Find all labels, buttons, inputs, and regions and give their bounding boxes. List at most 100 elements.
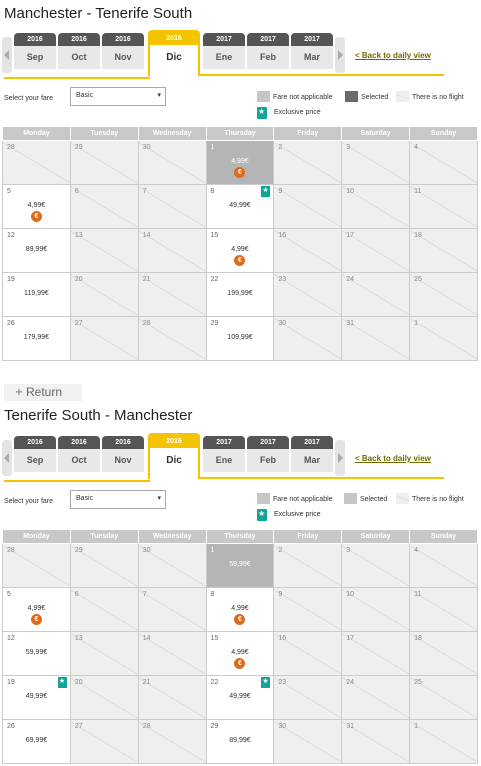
discount-coin-icon: € — [234, 658, 246, 669]
calendar-day-no-flight: 29 — [69, 543, 139, 588]
tab-month: Feb — [259, 52, 276, 62]
calendar-day[interactable]: 5 4,99€ € — [2, 184, 71, 229]
day-number: 19 — [7, 276, 15, 283]
calendar-week-row: 28 29 30 1 59,99€ 2 3 4 — [2, 543, 478, 588]
month-tab-feb[interactable]: 2017 Feb — [247, 33, 289, 69]
month-tab-dic[interactable]: 2016 Dic — [148, 433, 200, 479]
calendar-day-selected[interactable]: 1 4,99€ € — [205, 140, 275, 185]
day-number: 11 — [414, 188, 422, 195]
calendar-day[interactable]: 8 49,99€ — [205, 184, 275, 229]
calendar-day[interactable]: 12 59,99€ — [2, 631, 71, 676]
outbound-calendar: Monday Tuesday Wednesday Thursday Friday Satu… — [2, 126, 478, 361]
legend-swatch — [257, 91, 270, 102]
calendar-day-no-flight: 20 — [69, 675, 139, 720]
calendar-day[interactable]: 26 179,99€ — [2, 316, 71, 361]
back-to-daily-view-link[interactable]: < Back to daily view — [355, 454, 431, 463]
calendar-day-no-flight: 10 — [341, 587, 411, 632]
calendar-day[interactable]: 8 4,99€ € — [205, 587, 275, 632]
prev-month-arrow[interactable] — [2, 440, 12, 476]
calendar-day[interactable]: 15 4,99€ € — [205, 631, 275, 676]
tab-underline — [198, 477, 444, 479]
day-price: 179,99€ — [23, 334, 50, 341]
legend-no-flight: There is no flight — [396, 493, 464, 504]
calendar-day-no-flight: 11 — [409, 587, 478, 632]
tab-month: Ene — [215, 52, 233, 62]
fare-select[interactable]: Basic ▾ — [70, 490, 166, 509]
calendar-day[interactable]: 19 49,99€ — [2, 675, 71, 720]
next-month-arrow[interactable] — [335, 37, 345, 73]
fare-select[interactable]: Basic ▾ — [70, 87, 166, 106]
day-price: 59,99€ — [229, 561, 251, 568]
day-price: 49,99€ — [25, 693, 48, 700]
month-tab-ene[interactable]: 2017 Ene — [203, 33, 245, 69]
return-button[interactable]: + Return — [4, 384, 82, 401]
day-number: 11 — [414, 591, 422, 598]
day-number: 12 — [7, 635, 15, 642]
legend-swatch — [345, 91, 358, 102]
calendar-day[interactable]: 12 89,99€ — [2, 228, 71, 273]
month-tab-nov[interactable]: 2016 Nov — [102, 436, 144, 472]
tab-year: 2016 — [102, 33, 144, 46]
exclusive-price-icon — [57, 677, 67, 688]
calendar-day[interactable]: 29 109,99€ — [205, 316, 275, 361]
day-number: 27 — [74, 723, 83, 730]
month-tab-dic[interactable]: 2016 Dic — [148, 30, 200, 76]
month-tab-mar[interactable]: 2017 Mar — [291, 33, 333, 69]
day-number: 4 — [414, 547, 418, 554]
day-number: 27 — [74, 320, 83, 327]
tab-year: 2017 — [247, 436, 289, 449]
day-number: 7 — [142, 188, 147, 195]
calendar-day-no-flight: 28 — [2, 140, 71, 185]
back-to-daily-view-link[interactable]: < Back to daily view — [355, 51, 431, 60]
calendar-day[interactable]: 29 89,99€ — [205, 719, 275, 764]
calendar-day[interactable]: 26 69,99€ — [2, 719, 71, 764]
tab-year: 2016 — [150, 435, 198, 448]
tab-month: Oct — [71, 52, 87, 62]
prev-month-arrow[interactable] — [2, 37, 12, 73]
month-tab-feb[interactable]: 2017 Feb — [247, 436, 289, 472]
calendar-day[interactable]: 22 49,99€ — [205, 675, 275, 720]
day-price: 69,99€ — [25, 737, 48, 744]
tab-month: Mar — [303, 52, 320, 62]
calendar-day-selected[interactable]: 1 59,99€ — [205, 543, 275, 588]
calendar-day-no-flight: 23 — [273, 675, 343, 720]
day-number: 29 — [210, 723, 219, 730]
exclusive-price-icon — [261, 677, 271, 688]
month-tab-ene[interactable]: 2017 Ene — [203, 436, 245, 472]
calendar-day[interactable]: 19 119,99€ — [2, 272, 71, 317]
discount-coin-icon: € — [234, 614, 246, 625]
day-number: 14 — [142, 232, 151, 239]
calendar-day[interactable]: 15 4,99€ € — [205, 228, 275, 273]
day-number: 18 — [414, 232, 422, 239]
calendar-week-row: 5 4,99€ €6 7 8 49,99€ 9 10 11 — [2, 184, 478, 229]
month-tab-nov[interactable]: 2016 Nov — [102, 33, 144, 69]
day-number: 15 — [210, 232, 219, 239]
legend-not-applicable: Fare not applicable — [257, 493, 333, 504]
month-tab-sep[interactable]: 2016 Sep — [14, 33, 56, 69]
calendar-day-no-flight: 13 — [69, 631, 139, 676]
next-month-arrow[interactable] — [335, 440, 345, 476]
weekday-header: Saturday — [341, 529, 411, 544]
day-number: 8 — [210, 188, 215, 195]
calendar-day-no-flight: 9 — [273, 184, 343, 229]
calendar-day-no-flight: 17 — [341, 631, 411, 676]
calendar-day-no-flight: 9 — [273, 587, 343, 632]
calendar-week-row: 28 29 30 1 4,99€ €2 3 4 — [2, 140, 478, 185]
month-tab-mar[interactable]: 2017 Mar — [291, 436, 333, 472]
calendar-day-no-flight: 28 — [137, 719, 207, 764]
day-price: 199,99€ — [227, 290, 253, 297]
tab-underline — [4, 480, 150, 482]
month-tab-sep[interactable]: 2016 Sep — [14, 436, 56, 472]
calendar-day-no-flight: 2 — [273, 543, 343, 588]
month-tab-oct[interactable]: 2016 Oct — [58, 33, 100, 69]
calendar-day-no-flight: 14 — [137, 228, 207, 273]
day-number: 30 — [142, 547, 151, 554]
day-number: 23 — [278, 276, 287, 283]
month-tab-oct[interactable]: 2016 Oct — [58, 436, 100, 472]
day-number: 1 — [414, 320, 418, 327]
calendar-day-no-flight: 14 — [137, 631, 207, 676]
calendar-day[interactable]: 22 199,99€ — [205, 272, 275, 317]
day-number: 7 — [142, 591, 147, 598]
calendar-day[interactable]: 5 4,99€ € — [2, 587, 71, 632]
day-number: 24 — [346, 276, 355, 283]
